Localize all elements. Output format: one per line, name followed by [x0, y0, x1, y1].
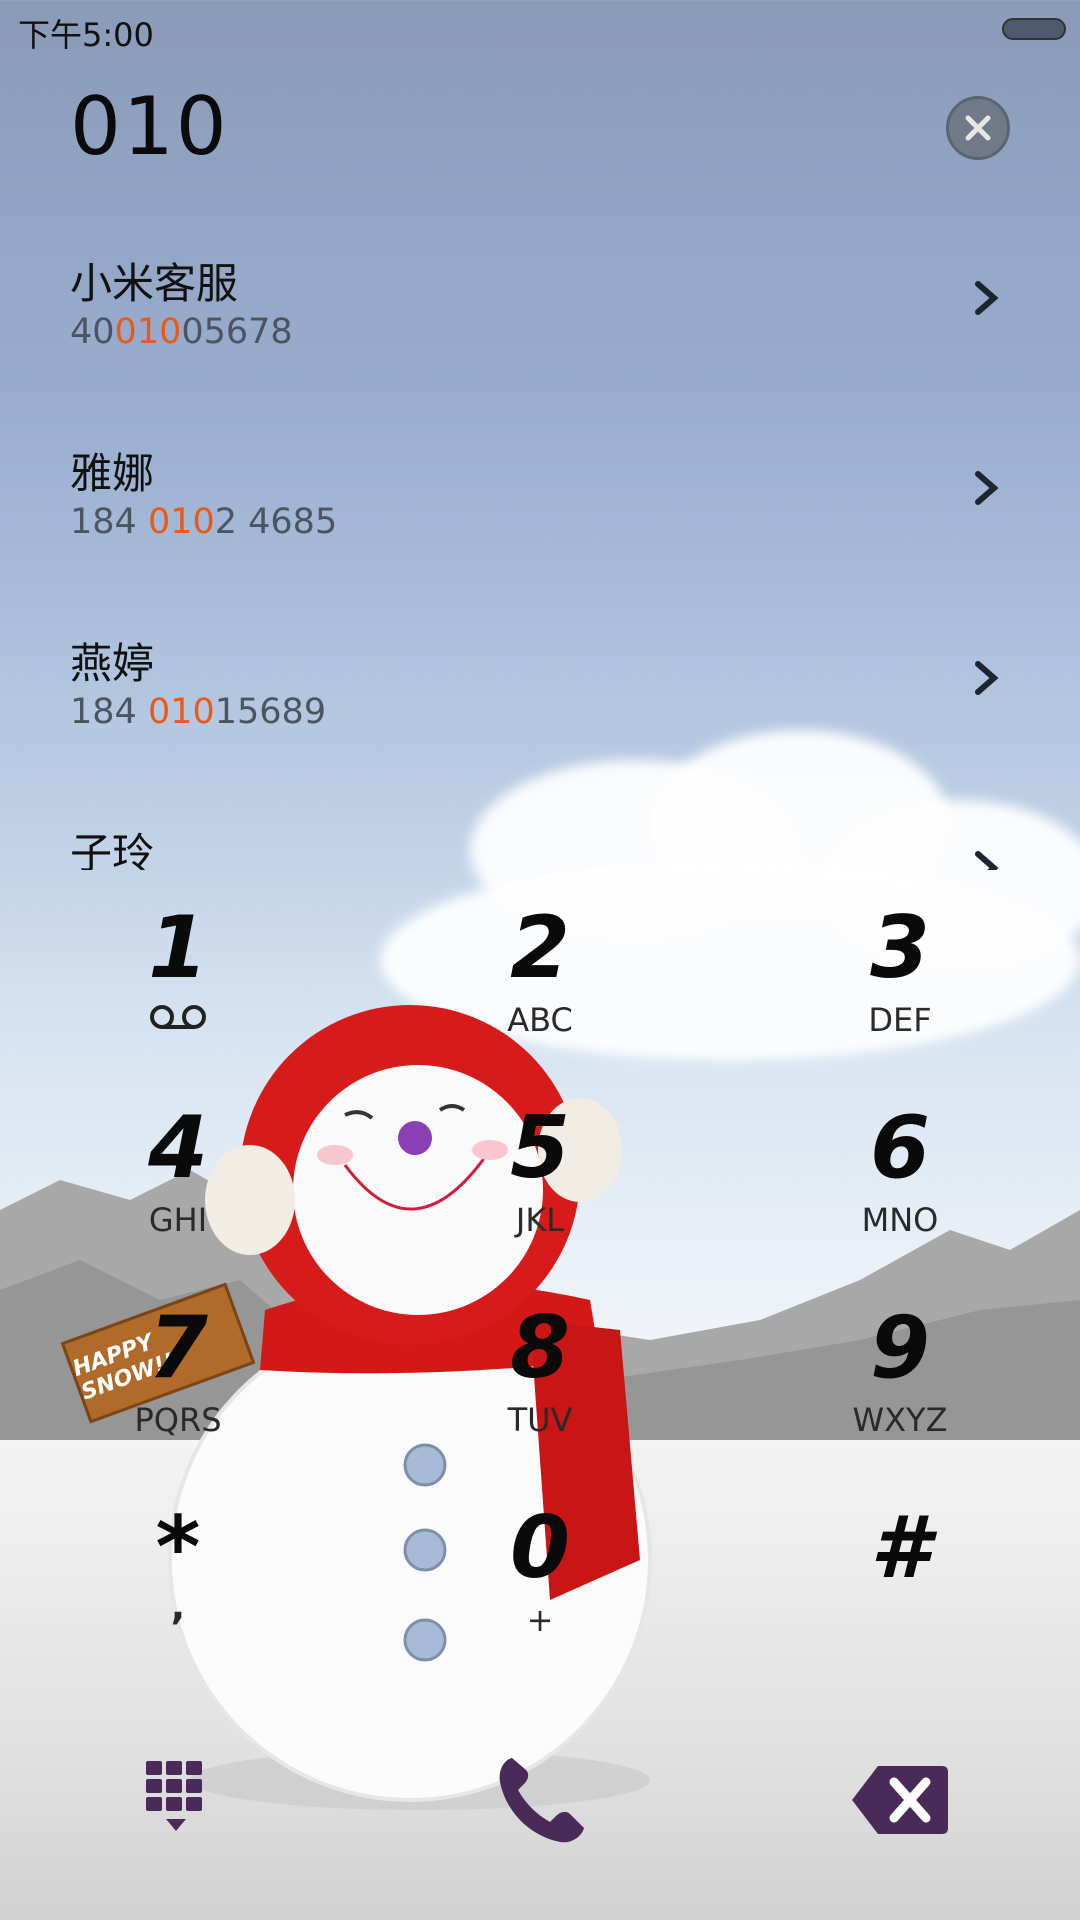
key-digit: 7 [148, 1298, 208, 1398]
status-time: 下午5:00 [18, 16, 154, 54]
chevron-right-icon[interactable] [966, 848, 1006, 870]
backspace-button[interactable] [840, 1740, 960, 1860]
key-letters: TUV [507, 1401, 573, 1439]
key-digit: # [870, 1498, 930, 1598]
key-2[interactable]: 2 ABC [420, 900, 660, 1090]
key-8[interactable]: 8 TUV [420, 1300, 660, 1490]
key-letters: , [170, 1584, 186, 1628]
status-bar: 下午5:00 [0, 0, 1080, 60]
backspace-icon [852, 1766, 948, 1834]
key-digit: 9 [870, 1298, 930, 1398]
key-hash[interactable]: # [780, 1500, 1020, 1690]
clear-input-button[interactable] [946, 96, 1010, 160]
contact-name: 小米客服 [70, 259, 239, 308]
key-letters: JKL [515, 1201, 565, 1239]
key-4[interactable]: 4 GHI [58, 1100, 298, 1290]
contact-item[interactable]: 雅娜 184 0102 4685 [70, 420, 999, 570]
key-letters: DEF [868, 1001, 932, 1039]
key-9[interactable]: 9 WXYZ [780, 1300, 1020, 1490]
key-3[interactable]: 3 DEF [780, 900, 1020, 1090]
contact-item[interactable]: 子玲 [70, 800, 999, 870]
chevron-right-icon[interactable] [966, 278, 1006, 318]
key-5[interactable]: 5 JKL [420, 1100, 660, 1290]
key-letters: MNO [861, 1201, 939, 1239]
phone-icon [499, 1758, 584, 1843]
key-digit: 6 [870, 1098, 930, 1198]
dialed-number: 010 [70, 80, 229, 173]
key-digit: 8 [510, 1298, 570, 1398]
key-letters: WXYZ [852, 1401, 948, 1439]
bottom-action-bar [0, 1740, 1080, 1860]
key-digit: * [155, 1498, 201, 1598]
key-letters: PQRS [134, 1401, 222, 1439]
key-digit: 1 [148, 898, 208, 998]
contact-number: 4001005678 [70, 312, 293, 352]
key-star[interactable]: * , [58, 1500, 298, 1690]
dialpad-icon [146, 1761, 202, 1831]
contact-number: 184 0102 4685 [70, 502, 338, 542]
toggle-dialpad-button[interactable] [120, 1740, 240, 1860]
key-0[interactable]: 0 + [420, 1500, 660, 1690]
key-digit: 3 [870, 898, 930, 998]
chevron-right-icon[interactable] [966, 658, 1006, 698]
key-letters: ABC [507, 1001, 573, 1039]
contact-results-list: 小米客服 4001005678 雅娜 184 0102 4685 燕婷 184 … [0, 220, 1080, 870]
key-digit: 2 [510, 898, 570, 998]
battery-icon [1002, 18, 1066, 40]
key-7[interactable]: 7 PQRS [58, 1300, 298, 1490]
contact-name: 子玲 [70, 829, 155, 870]
key-digit: 4 [148, 1098, 208, 1198]
key-6[interactable]: 6 MNO [780, 1100, 1020, 1290]
contact-name: 雅娜 [70, 449, 155, 498]
voicemail-icon [150, 1005, 206, 1029]
clear-x-icon [965, 115, 991, 141]
key-letters: GHI [148, 1201, 208, 1239]
contact-name: 燕婷 [70, 639, 155, 688]
contact-number: 184 01015689 [70, 692, 327, 732]
call-button[interactable] [480, 1740, 600, 1860]
key-digit: 5 [510, 1098, 570, 1198]
contact-item[interactable]: 小米客服 4001005678 [70, 230, 999, 380]
chevron-right-icon[interactable] [966, 468, 1006, 508]
key-1[interactable]: 1 [58, 900, 298, 1090]
key-letters: + [526, 1601, 554, 1639]
key-digit: 0 [510, 1498, 570, 1598]
contact-item[interactable]: 燕婷 184 01015689 [70, 610, 999, 760]
